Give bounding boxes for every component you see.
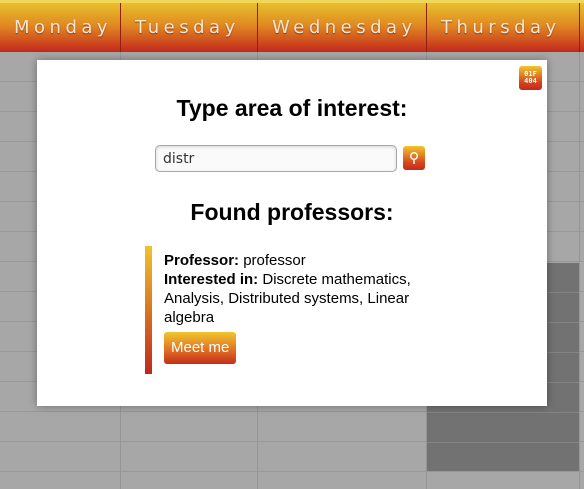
- day-header-tuesday: Tuesday: [121, 3, 258, 52]
- interests-label: Interested in:: [164, 271, 259, 288]
- day-header-monday: Monday: [0, 3, 121, 52]
- meet-me-button[interactable]: Meet me: [164, 332, 237, 364]
- professor-label: Professor:: [164, 252, 240, 269]
- search-professor-dialog: 01F 404 Type area of interest: Found pro…: [37, 60, 547, 406]
- column-divider: [579, 52, 580, 489]
- day-header-thursday: Thursday: [427, 3, 580, 52]
- professor-result-card: Professor: professor Interested in: Disc…: [145, 246, 445, 374]
- dialog-title: Type area of interest:: [176, 95, 408, 121]
- search-icon: [410, 152, 418, 164]
- close-glyph-line: 404: [524, 77, 537, 85]
- results-title: Found professors:: [190, 199, 394, 225]
- professor-name: professor: [243, 252, 306, 269]
- professor-line: Professor: professor: [164, 251, 445, 270]
- week-header: Monday Tuesday Wednesday Thursday: [0, 0, 584, 52]
- close-icon[interactable]: 01F 404: [519, 66, 542, 90]
- search-button[interactable]: [403, 146, 425, 170]
- interests-line: Interested in: Discrete mathematics, Ana…: [164, 270, 445, 327]
- interest-search-input[interactable]: [155, 145, 397, 172]
- day-header-wednesday: Wednesday: [258, 3, 427, 52]
